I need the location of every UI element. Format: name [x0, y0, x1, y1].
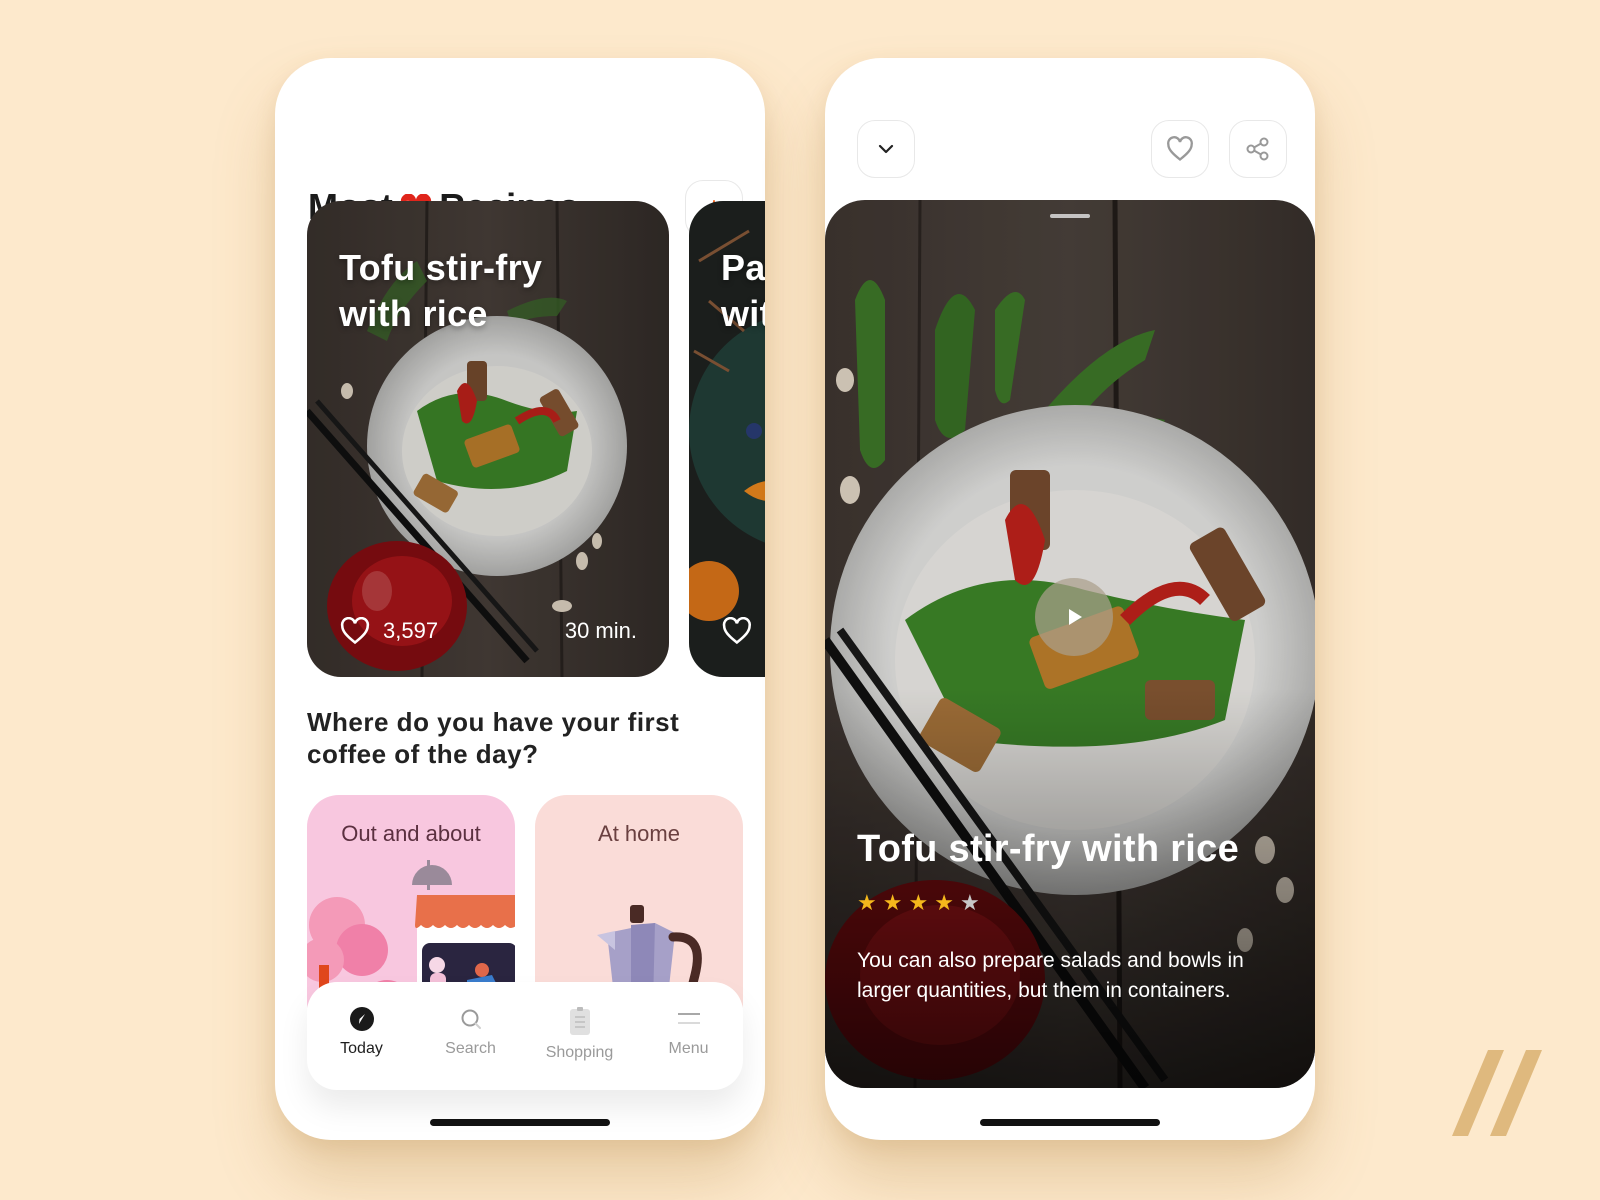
- recipe-card[interactable]: Par wit 2: [689, 201, 765, 677]
- star-filled-icon: ★: [934, 890, 954, 915]
- share-button[interactable]: [1229, 120, 1287, 178]
- recipe-detail-screen: Tofu stir-fry with rice ★ ★ ★ ★ ★ You can al…: [825, 58, 1315, 1140]
- clipboard-list-icon: [569, 1007, 590, 1035]
- star-filled-icon: ★: [908, 890, 929, 915]
- star-rating: ★ ★ ★ ★ ★: [857, 892, 980, 914]
- recipes-list-screen: Most Recipes: [275, 58, 765, 1140]
- bottom-tab-bar: Today Search Shopping Menu: [307, 982, 743, 1090]
- recipe-card-title: Par wit: [721, 247, 765, 334]
- brand-logo-icon: [1452, 1050, 1542, 1136]
- tab-menu[interactable]: Menu: [634, 1006, 743, 1090]
- tab-shopping[interactable]: Shopping: [525, 1006, 634, 1090]
- search-icon: [461, 1009, 481, 1029]
- likes-count: 3,597: [383, 618, 439, 643]
- recipe-title: Tofu stir-fry with rice: [857, 828, 1240, 870]
- compass-icon: [349, 1007, 374, 1031]
- coffee-option-label: Out and about: [341, 821, 481, 846]
- tab-search[interactable]: Search: [416, 1006, 525, 1090]
- collapse-button[interactable]: [857, 120, 915, 178]
- recipe-card[interactable]: Tofu stir-fry with rice 3,597 30 min.: [307, 201, 669, 677]
- recipe-hero-image: Tofu stir-fry with rice ★ ★ ★ ★ ★ You can al…: [825, 200, 1315, 1088]
- heart-outline-icon[interactable]: [339, 617, 371, 645]
- star-filled-icon: ★: [857, 890, 877, 915]
- play-video-button[interactable]: [1035, 578, 1113, 656]
- tab-label: Menu: [668, 1040, 709, 1057]
- star-empty-icon: ★: [959, 890, 980, 915]
- favorite-button[interactable]: [1151, 120, 1209, 178]
- tab-label: Search: [445, 1040, 496, 1057]
- recipe-card-title: Tofu stir-fry with rice: [339, 247, 543, 334]
- share-icon: [1246, 137, 1269, 161]
- sheet-grabber[interactable]: [1050, 214, 1090, 218]
- coffee-question: Where do you have your first coffee of t…: [307, 707, 680, 769]
- star-filled-icon: ★: [882, 890, 903, 915]
- tab-label: Shopping: [545, 1044, 614, 1061]
- coffee-option-label: At home: [598, 821, 680, 846]
- menu-icon: [677, 1013, 700, 1024]
- tab-label: Today: [340, 1040, 383, 1057]
- play-icon: [1069, 609, 1082, 625]
- cook-time: 30 min.: [564, 618, 637, 643]
- chevron-down-icon: [878, 144, 894, 154]
- home-indicator: [980, 1119, 1160, 1126]
- home-indicator: [430, 1119, 610, 1126]
- heart-icon: [1167, 136, 1193, 161]
- heart-outline-icon[interactable]: [721, 617, 753, 645]
- recipe-description: You can also prepare salads and bowls in…: [857, 949, 1244, 1002]
- tab-today[interactable]: Today: [307, 1006, 416, 1090]
